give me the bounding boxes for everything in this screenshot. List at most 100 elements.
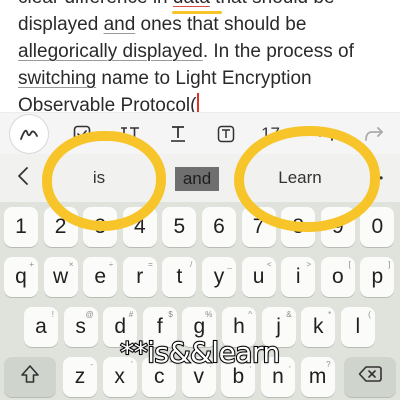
more-suggestions-button[interactable]: •• [366,154,392,202]
suggestion-and-label: and [182,169,212,188]
key-hint: & [286,310,292,319]
note-line: switching name to Light Encryption [18,65,398,92]
key-label: r [136,265,144,288]
note-text-segment: and [103,14,136,35]
key-label: 2 [54,215,67,238]
undo-button[interactable] [306,113,342,155]
key-label: 6 [213,215,225,238]
font-size-value: 17 [261,124,280,143]
key-u[interactable]: u < [241,257,276,297]
key-2[interactable]: 2 [43,207,78,247]
key-hint: @ [85,310,94,319]
pen-mode-button[interactable] [8,113,50,155]
suggestion-bar: is and Learn •• [0,154,400,202]
key-label: 7 [252,215,265,238]
key-hint: $ [168,310,173,319]
key-hint: / [190,260,193,269]
dropdown-arrow-icon: ▼ [282,129,291,139]
note-text-segment: name to Light Encryption [96,68,312,89]
key-y[interactable]: y _ [202,257,236,297]
key-8[interactable]: 8 [281,207,316,247]
chevron-left-icon [17,166,29,191]
key-label: e [94,265,107,288]
key-hint: × [68,260,74,269]
key-6[interactable]: 6 [202,207,236,247]
note-line: Observable Protocol( [18,92,398,112]
key-hint: ÷ [108,260,114,269]
key-t[interactable]: t / [162,257,197,297]
key-i[interactable]: i > [281,257,316,297]
key-label: w [53,265,69,288]
suggestion-learn-label: Learn [278,168,322,187]
key-o[interactable]: o[ [320,257,355,297]
key-label: y [213,265,225,288]
note-text-segment: switching [18,68,97,89]
key-hint: # [128,310,134,319]
key-e[interactable]: e ÷ [83,257,118,297]
key-0[interactable]: 0 [360,207,395,247]
key-hint: ] [388,260,391,269]
key-w[interactable]: w × [43,257,78,297]
key-hint: [ [348,260,351,269]
key-9[interactable]: 9 [320,207,355,247]
key-q[interactable]: q + [4,257,38,297]
key-hint: * [328,310,332,319]
key-label: 3 [94,215,107,238]
pen-icon [10,115,48,153]
key-label: q [15,265,27,288]
key-label: o [331,265,344,288]
key-hint: ^ [248,310,252,319]
key-r[interactable]: r = [122,257,157,297]
note-text-segment: displayed [18,14,104,35]
collapse-keyboard-button[interactable] [8,154,38,202]
key-label: p [371,265,384,288]
redo-button[interactable] [356,113,392,155]
text-cursor [197,93,200,112]
suggestion-is-label: is [92,168,106,187]
key-label: i [295,265,301,288]
suggestion-is[interactable]: is [60,154,138,202]
note-line: allegorically displayed. In the process … [18,38,398,65]
key-hint: ! [51,310,54,319]
text-box-icon [217,125,235,143]
key-hint: < [266,260,272,269]
key-7[interactable]: 7 [241,207,276,247]
text-style-button[interactable] [158,113,198,155]
key-hint: + [29,260,34,269]
note-editor[interactable]: clear difference in data that should bed… [0,0,400,112]
key-label: 0 [371,215,384,238]
key-p[interactable]: p] [360,257,395,297]
undo-icon [314,126,334,142]
font-size-selector[interactable]: 17 ▼ [255,113,297,155]
keyboard: 1 2 3 4 5 6 7 8 9 0 q + w × e ÷ r = t / y _ u < i > o[p] a! s @ d # f $ g%… [0,202,400,400]
note-text-segment: . In the process of [202,41,354,62]
key-label: u [252,265,265,288]
note-line: clear difference in data that should be [18,0,398,11]
key-3[interactable]: 3 [83,207,118,247]
key-1[interactable]: 1 [4,207,38,247]
key-4[interactable]: 4 [122,207,157,247]
suggestion-and[interactable]: and [175,167,219,191]
word-highlight-data [172,11,222,14]
key-label: t [176,265,183,288]
note-text-segment: data [173,0,210,8]
suggestion-learn[interactable]: Learn [250,154,350,202]
text-box-button[interactable] [206,113,246,155]
key-label: 8 [292,215,305,238]
key-hint: % [205,310,213,319]
checkbox-button[interactable] [62,113,102,155]
formatting-toolbar: 17 ▼ [0,112,400,154]
key-hint: ( [368,310,371,319]
note-text-segment: allegorically displayed [18,41,203,62]
note-body-text[interactable]: clear difference in data that should bed… [18,0,398,112]
note-line: displayed and ones that should be [18,11,398,38]
text-style-icon [169,125,187,143]
text-format-button[interactable] [110,113,150,155]
key-hint: > [306,260,312,269]
key-hint: _ [227,260,232,269]
key-label: 5 [173,215,186,238]
text-format-icon [120,125,140,143]
key-hint: = [148,260,153,269]
checkbox-icon [73,125,91,143]
key-5[interactable]: 5 [162,207,197,247]
